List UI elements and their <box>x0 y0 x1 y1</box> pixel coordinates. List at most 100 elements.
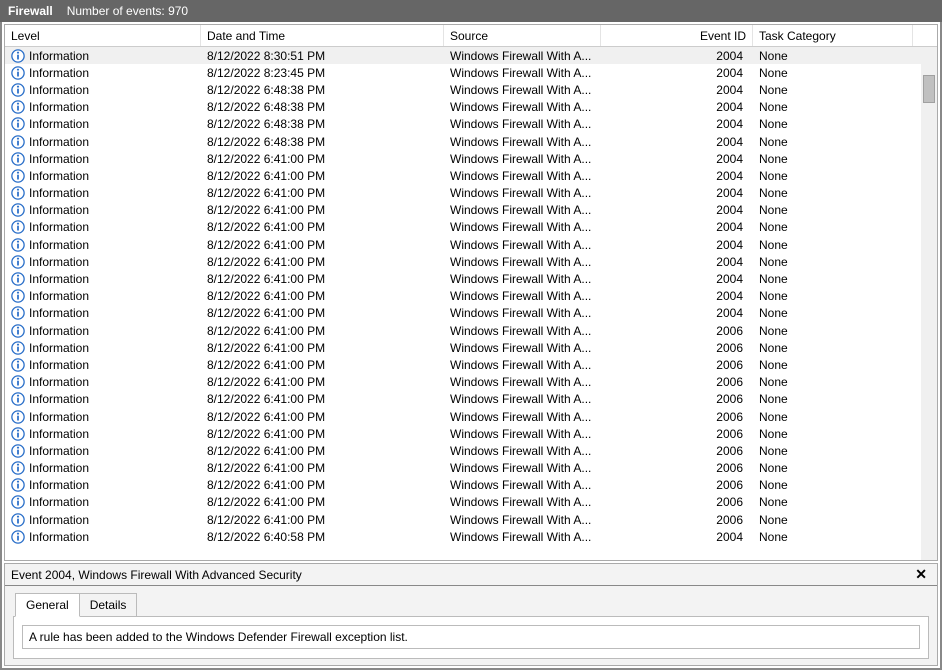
scroll-thumb[interactable] <box>923 75 935 103</box>
cell-source: Windows Firewall With A... <box>444 186 601 200</box>
event-row[interactable]: Information8/12/2022 6:41:00 PMWindows F… <box>5 253 937 270</box>
info-icon <box>11 478 25 492</box>
info-icon <box>11 117 25 131</box>
vertical-scrollbar[interactable] <box>921 47 937 560</box>
info-icon <box>11 513 25 527</box>
event-list: Level Date and Time Source Event ID Task… <box>4 24 938 561</box>
event-row[interactable]: Information8/12/2022 6:41:00 PMWindows F… <box>5 477 937 494</box>
cell-level: Information <box>29 238 89 252</box>
event-row[interactable]: Information8/12/2022 6:48:38 PMWindows F… <box>5 133 937 150</box>
cell-source: Windows Firewall With A... <box>444 375 601 389</box>
cell-date: 8/12/2022 6:41:00 PM <box>201 427 444 441</box>
cell-date: 8/12/2022 6:41:00 PM <box>201 392 444 406</box>
event-rows-viewport: Information8/12/2022 8:30:51 PMWindows F… <box>5 47 937 560</box>
cell-category: None <box>753 513 913 527</box>
event-row[interactable]: Information8/12/2022 6:48:38 PMWindows F… <box>5 116 937 133</box>
event-row[interactable]: Information8/12/2022 6:41:00 PMWindows F… <box>5 460 937 477</box>
cell-source: Windows Firewall With A... <box>444 530 601 544</box>
cell-category: None <box>753 203 913 217</box>
tab-details[interactable]: Details <box>80 593 138 617</box>
cell-source: Windows Firewall With A... <box>444 341 601 355</box>
cell-category: None <box>753 289 913 303</box>
info-icon <box>11 135 25 149</box>
event-row[interactable]: Information8/12/2022 6:48:38 PMWindows F… <box>5 99 937 116</box>
cell-category: None <box>753 255 913 269</box>
event-row[interactable]: Information8/12/2022 6:41:00 PMWindows F… <box>5 425 937 442</box>
event-row[interactable]: Information8/12/2022 6:41:00 PMWindows F… <box>5 322 937 339</box>
info-icon <box>11 306 25 320</box>
detail-tab-body: A rule has been added to the Windows Def… <box>13 616 929 659</box>
event-row[interactable]: Information8/12/2022 6:40:58 PMWindows F… <box>5 528 937 545</box>
event-row[interactable]: Information8/12/2022 6:41:00 PMWindows F… <box>5 511 937 528</box>
cell-date: 8/12/2022 6:41:00 PM <box>201 461 444 475</box>
cell-category: None <box>753 49 913 63</box>
event-row[interactable]: Information8/12/2022 6:41:00 PMWindows F… <box>5 408 937 425</box>
cell-category: None <box>753 186 913 200</box>
info-icon <box>11 530 25 544</box>
cell-date: 8/12/2022 6:41:00 PM <box>201 358 444 372</box>
cell-level: Information <box>29 513 89 527</box>
event-row[interactable]: Information8/12/2022 6:41:00 PMWindows F… <box>5 356 937 373</box>
detail-title: Event 2004, Windows Firewall With Advanc… <box>11 568 302 582</box>
cell-source: Windows Firewall With A... <box>444 444 601 458</box>
cell-source: Windows Firewall With A... <box>444 495 601 509</box>
event-row[interactable]: Information8/12/2022 6:41:00 PMWindows F… <box>5 288 937 305</box>
cell-level: Information <box>29 324 89 338</box>
col-header-date[interactable]: Date and Time <box>201 25 444 46</box>
cell-eventid: 2006 <box>601 461 753 475</box>
event-row[interactable]: Information8/12/2022 8:30:51 PMWindows F… <box>5 47 937 64</box>
cell-eventid: 2004 <box>601 289 753 303</box>
close-icon[interactable]: ✕ <box>911 566 931 583</box>
info-icon <box>11 289 25 303</box>
event-row[interactable]: Information8/12/2022 6:41:00 PMWindows F… <box>5 270 937 287</box>
event-row[interactable]: Information8/12/2022 6:41:00 PMWindows F… <box>5 391 937 408</box>
cell-source: Windows Firewall With A... <box>444 100 601 114</box>
cell-level: Information <box>29 255 89 269</box>
cell-eventid: 2004 <box>601 152 753 166</box>
cell-eventid: 2004 <box>601 49 753 63</box>
cell-eventid: 2006 <box>601 375 753 389</box>
info-icon <box>11 444 25 458</box>
cell-eventid: 2004 <box>601 117 753 131</box>
cell-eventid: 2006 <box>601 410 753 424</box>
event-row[interactable]: Information8/12/2022 6:41:00 PMWindows F… <box>5 236 937 253</box>
event-row[interactable]: Information8/12/2022 8:23:45 PMWindows F… <box>5 64 937 81</box>
cell-category: None <box>753 100 913 114</box>
col-header-category[interactable]: Task Category <box>753 25 913 46</box>
col-header-level[interactable]: Level <box>5 25 201 46</box>
event-row[interactable]: Information8/12/2022 6:41:00 PMWindows F… <box>5 442 937 459</box>
col-header-source[interactable]: Source <box>444 25 601 46</box>
cell-eventid: 2004 <box>601 169 753 183</box>
info-icon <box>11 272 25 286</box>
info-icon <box>11 410 25 424</box>
info-icon <box>11 49 25 63</box>
event-row[interactable]: Information8/12/2022 6:41:00 PMWindows F… <box>5 219 937 236</box>
event-row[interactable]: Information8/12/2022 6:41:00 PMWindows F… <box>5 339 937 356</box>
event-row[interactable]: Information8/12/2022 6:41:00 PMWindows F… <box>5 185 937 202</box>
event-row[interactable]: Information8/12/2022 6:41:00 PMWindows F… <box>5 202 937 219</box>
cell-date: 8/12/2022 6:41:00 PM <box>201 169 444 183</box>
cell-eventid: 2004 <box>601 530 753 544</box>
tab-general[interactable]: General <box>15 593 80 617</box>
cell-date: 8/12/2022 6:41:00 PM <box>201 375 444 389</box>
event-row[interactable]: Information 8/12/2022 6:41:00 PMWindows F… <box>5 374 937 391</box>
cell-source: Windows Firewall With A... <box>444 427 601 441</box>
event-row[interactable]: Information8/12/2022 6:41:00 PMWindows F… <box>5 305 937 322</box>
cell-category: None <box>753 375 913 389</box>
cell-level: Information <box>29 289 89 303</box>
cell-level: Information <box>29 375 89 389</box>
event-row[interactable]: Information8/12/2022 6:41:00 PMWindows F… <box>5 150 937 167</box>
cell-date: 8/12/2022 6:41:00 PM <box>201 513 444 527</box>
cell-source: Windows Firewall With A... <box>444 66 601 80</box>
cell-eventid: 2006 <box>601 478 753 492</box>
col-header-eventid[interactable]: Event ID <box>601 25 753 46</box>
cell-date: 8/12/2022 6:41:00 PM <box>201 324 444 338</box>
cell-eventid: 2006 <box>601 427 753 441</box>
cell-source: Windows Firewall With A... <box>444 255 601 269</box>
info-icon <box>11 324 25 338</box>
cell-category: None <box>753 495 913 509</box>
event-row[interactable]: Information8/12/2022 6:41:00 PMWindows F… <box>5 167 937 184</box>
event-row[interactable]: Information8/12/2022 6:41:00 PMWindows F… <box>5 494 937 511</box>
cell-eventid: 2006 <box>601 341 753 355</box>
event-row[interactable]: Information8/12/2022 6:48:38 PMWindows F… <box>5 81 937 98</box>
